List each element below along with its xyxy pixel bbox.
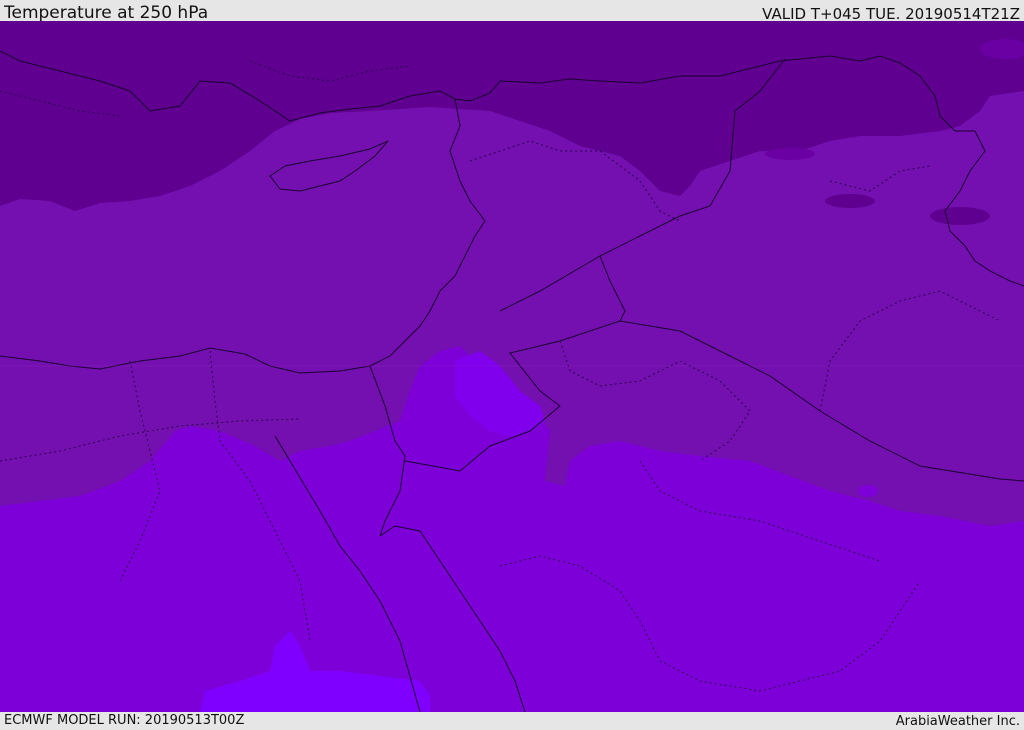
model-run: ECMWF MODEL RUN: 20190513T00Z (4, 713, 245, 728)
warm-pocket (858, 485, 878, 497)
footer-bar: ECMWF MODEL RUN: 20190513T00Z ArabiaWeat… (0, 712, 1024, 729)
credit-text: ArabiaWeather Inc. (895, 714, 1020, 729)
cold-pocket (930, 207, 990, 225)
map-canvas (0, 21, 1024, 712)
map-title: Temperature at 250 hPa (4, 3, 209, 23)
header-bar: Temperature at 250 hPa VALID T+045 TUE. … (0, 0, 1024, 23)
weather-map[interactable] (0, 21, 1024, 712)
cold-pocket (825, 194, 875, 208)
cold-pocket (765, 148, 815, 160)
